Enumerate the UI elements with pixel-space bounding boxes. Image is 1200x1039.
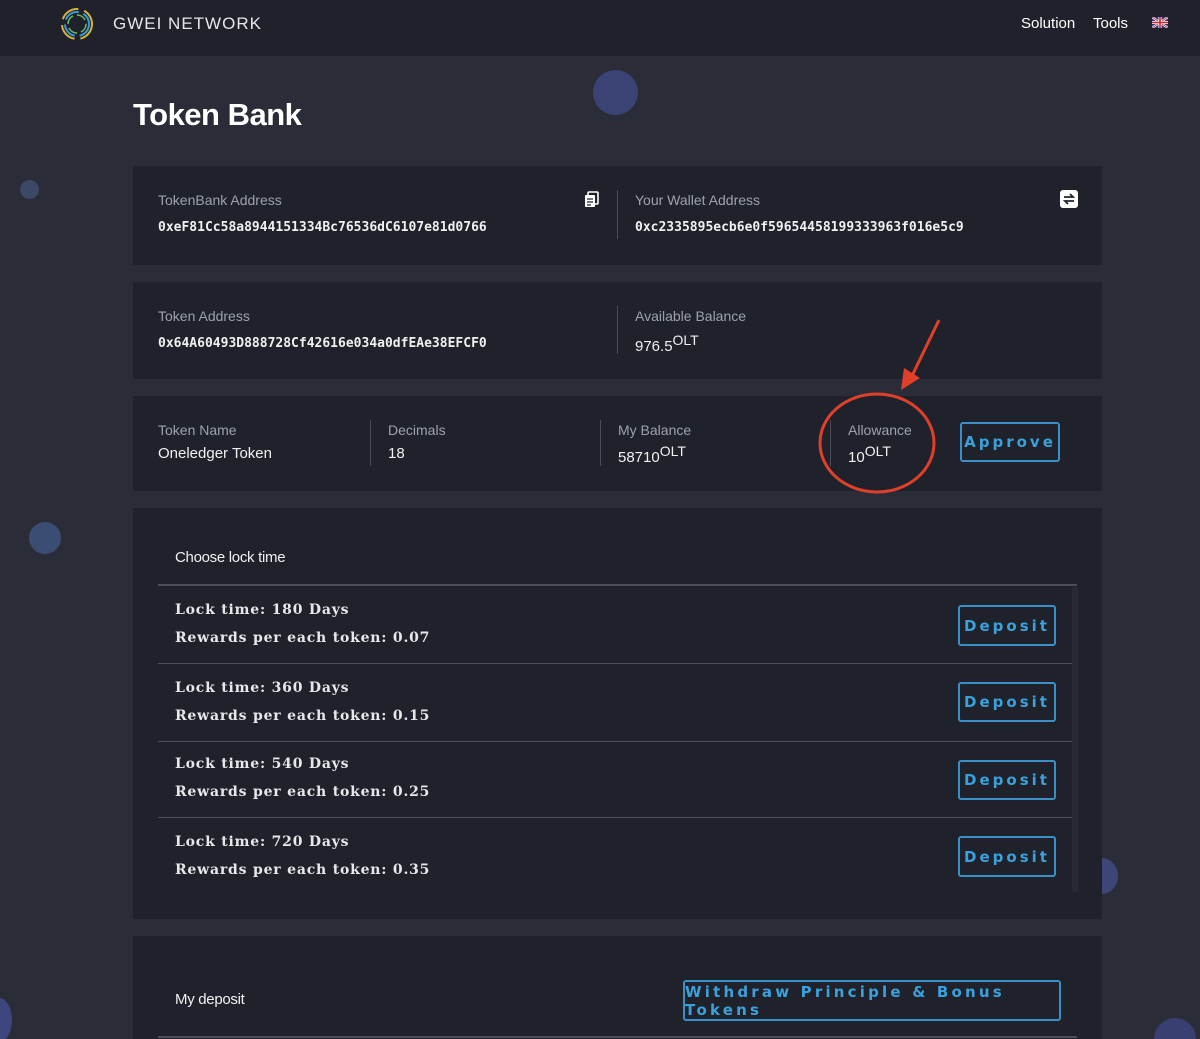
decor-bubble (29, 522, 61, 554)
reward-text: Rewards per each token: 0.35 (175, 862, 431, 878)
deposit-button[interactable]: Deposit (958, 605, 1056, 646)
my-balance-label: My Balance (618, 422, 692, 438)
brand-name: GWEI NETWORK (113, 14, 262, 33)
page-title: Token Bank (133, 97, 302, 132)
divider (617, 306, 618, 354)
gwei-logo-icon[interactable] (59, 6, 95, 42)
nav-solution[interactable]: Solution (1021, 15, 1075, 32)
lock-time-text: Lock time: 180 Days (175, 602, 350, 618)
copy-icon[interactable] (584, 191, 600, 209)
available-balance-unit: OLT (672, 332, 699, 348)
wallet-address-label: Your Wallet Address (635, 192, 761, 208)
swap-icon[interactable] (1060, 190, 1078, 208)
decor-bubble (0, 998, 12, 1039)
token-address-label: Token Address (158, 308, 250, 324)
available-balance-label: Available Balance (635, 308, 747, 324)
reward-text: Rewards per each token: 0.25 (175, 784, 431, 800)
approve-button[interactable]: Approve (960, 422, 1060, 462)
token-address-value: 0x64A60493D888728Cf42616e034a0dfEAe38EFC… (158, 336, 487, 351)
wallet-address-value: 0xc2335895ecb6e0f59654458199333963f016e5… (635, 220, 964, 235)
divider (617, 190, 618, 239)
lock-header-divider (158, 584, 1077, 586)
tokenbank-address-value: 0xeF81Cc58a8944151334Bc76536dC6107e81d07… (158, 220, 487, 235)
lock-time-text: Lock time: 720 Days (175, 834, 350, 850)
deposit-header-divider (158, 1036, 1077, 1038)
reward-text: Rewards per each token: 0.07 (175, 630, 431, 646)
withdraw-button[interactable]: Withdraw Principle & Bonus Tokens (683, 980, 1061, 1021)
top-navbar: GWEI NETWORK Solution Tools (0, 0, 1200, 56)
available-balance-number: 976.5 (635, 338, 673, 355)
my-balance-value: 58710OLT (618, 443, 686, 466)
lock-time-text: Lock time: 540 Days (175, 756, 350, 772)
divider (600, 420, 601, 466)
row-divider (158, 663, 1072, 664)
my-balance-unit: OLT (659, 443, 686, 459)
deposit-button[interactable]: Deposit (958, 682, 1056, 722)
nav-tools[interactable]: Tools (1093, 15, 1128, 32)
decor-bubble (20, 180, 39, 199)
decimals-label: Decimals (388, 422, 446, 438)
token-name-label: Token Name (158, 422, 237, 438)
token-name-value: Oneledger Token (158, 445, 272, 462)
row-divider (158, 741, 1072, 742)
annotation-arrow-circle (818, 319, 941, 494)
tokenbank-address-label: TokenBank Address (158, 192, 282, 208)
decimals-value: 18 (388, 445, 405, 462)
lock-scrollbar[interactable] (1072, 587, 1078, 892)
decor-bubble (1154, 1018, 1196, 1039)
deposit-button[interactable]: Deposit (958, 836, 1056, 877)
divider (370, 420, 371, 466)
uk-flag-icon[interactable] (1152, 17, 1168, 28)
row-divider (158, 817, 1072, 818)
available-balance-value: 976.5OLT (635, 332, 699, 355)
lock-time-title: Choose lock time (175, 549, 286, 566)
reward-text: Rewards per each token: 0.15 (175, 708, 431, 724)
decor-bubble (593, 70, 638, 115)
deposit-button[interactable]: Deposit (958, 760, 1056, 800)
my-balance-number: 58710 (618, 449, 660, 466)
lock-time-text: Lock time: 360 Days (175, 680, 350, 696)
my-deposit-title: My deposit (175, 991, 245, 1008)
